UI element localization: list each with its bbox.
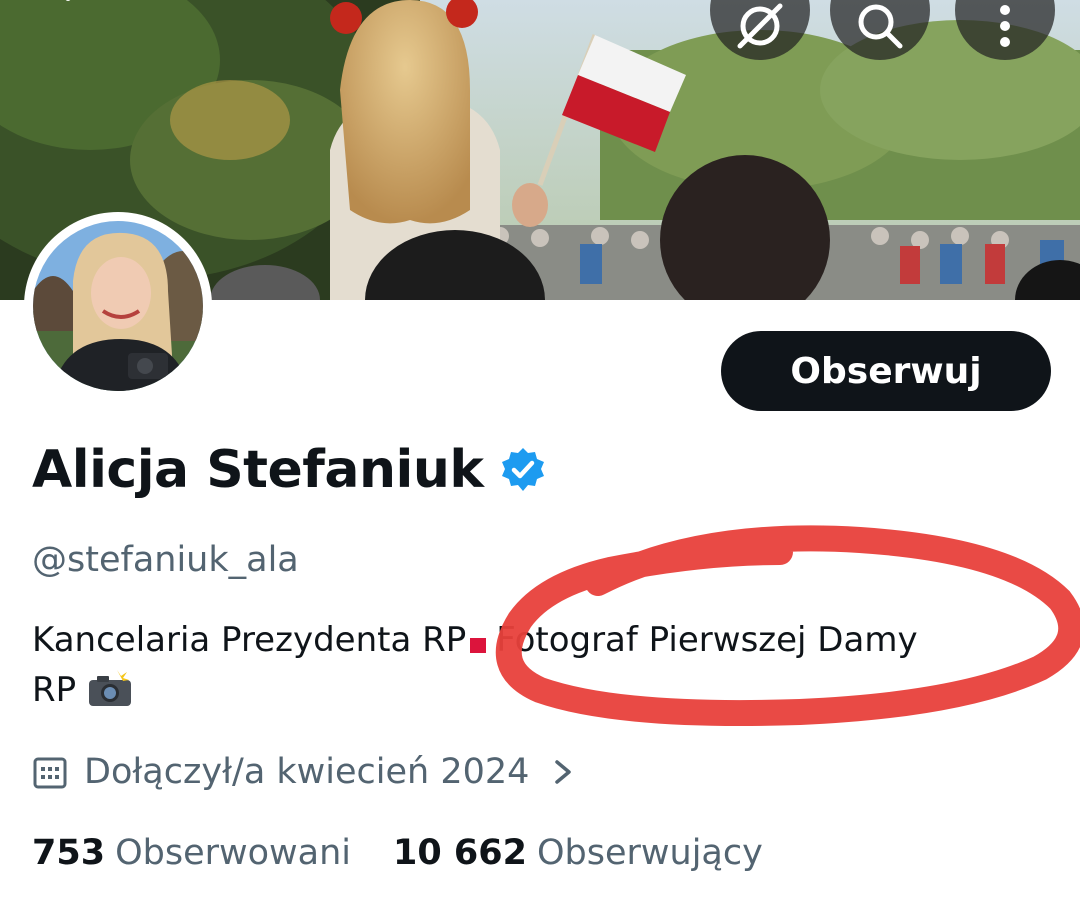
more-vert-icon: [1000, 5, 1010, 47]
follow-button[interactable]: Obserwuj: [721, 331, 1051, 411]
camera-with-flash-emoji-icon: [88, 669, 131, 706]
avatar-image: [33, 221, 203, 391]
back-button[interactable]: [30, 0, 110, 40]
followers-count: 10 662: [393, 833, 527, 873]
followers-label: Obserwujący: [536, 833, 763, 873]
flag-poland-emoji-icon: [470, 622, 487, 653]
follow-button-label: Obserwuj: [790, 350, 982, 392]
grok-icon: [737, 3, 783, 49]
joined-date-row[interactable]: Dołączył/a kwiecień 2024: [32, 752, 575, 792]
back-arrow-icon: [65, 0, 71, 1]
profile-avatar[interactable]: [24, 212, 212, 400]
following-label: Obserwowani: [115, 833, 352, 873]
joined-date-text: Dołączył/a kwiecień 2024: [84, 752, 530, 792]
following-count: 753: [32, 833, 106, 873]
display-name: Alicja Stefaniuk: [32, 440, 484, 500]
profile-name-row: Alicja Stefaniuk: [32, 440, 547, 500]
bio-text-part1: Kancelaria Prezydenta RP: [32, 620, 467, 660]
bio-text-part2: Fotograf Pierwszej Damy: [496, 620, 918, 660]
calendar-icon: [33, 757, 67, 789]
search-icon: [858, 4, 903, 49]
following-stat[interactable]: 753 Obserwowani: [32, 833, 351, 873]
follow-stats: 753 Obserwowani 10 662 Obserwujący: [32, 833, 805, 873]
chevron-right-icon: [555, 760, 572, 784]
verified-badge-icon[interactable]: [499, 446, 547, 494]
followers-stat[interactable]: 10 662 Obserwujący: [393, 833, 763, 873]
bio-text-part3: RP: [32, 670, 77, 710]
user-handle: @stefaniuk_ala: [32, 540, 299, 580]
profile-bio: Kancelaria Prezydenta RP Fotograf Pierwsz…: [32, 615, 1032, 715]
